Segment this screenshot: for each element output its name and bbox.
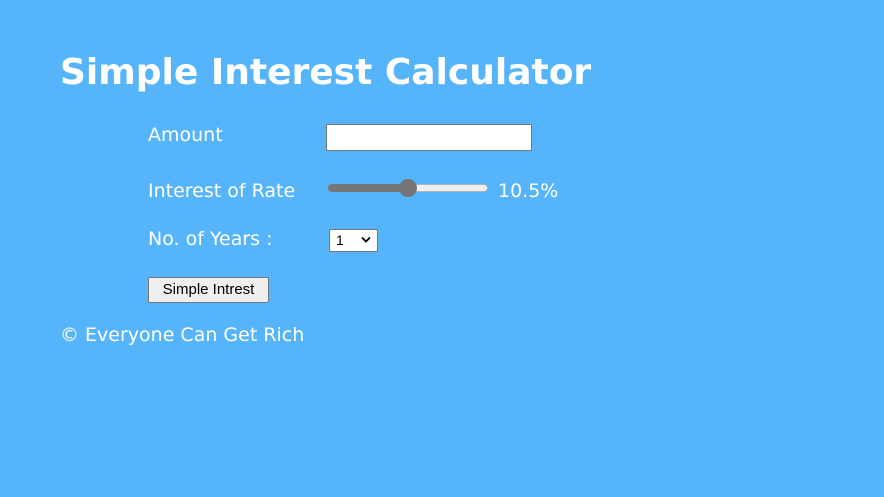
chevron-down-icon <box>361 236 371 243</box>
rate-value: 10.5% <box>498 180 559 202</box>
years-select[interactable]: 1 <box>329 229 378 252</box>
footer-copyright: © Everyone Can Get Rich <box>60 324 305 346</box>
amount-input[interactable] <box>326 124 532 151</box>
slider-thumb[interactable] <box>399 179 417 197</box>
years-select-value: 1 <box>336 232 344 248</box>
years-label: No. of Years : <box>148 228 273 250</box>
simple-interest-button[interactable]: Simple Intrest <box>148 277 269 303</box>
page-title: Simple Interest Calculator <box>60 52 592 93</box>
amount-label: Amount <box>148 124 223 146</box>
interest-rate-slider[interactable] <box>328 179 488 197</box>
slider-fill <box>328 184 408 192</box>
rate-label: Interest of Rate <box>148 180 296 202</box>
